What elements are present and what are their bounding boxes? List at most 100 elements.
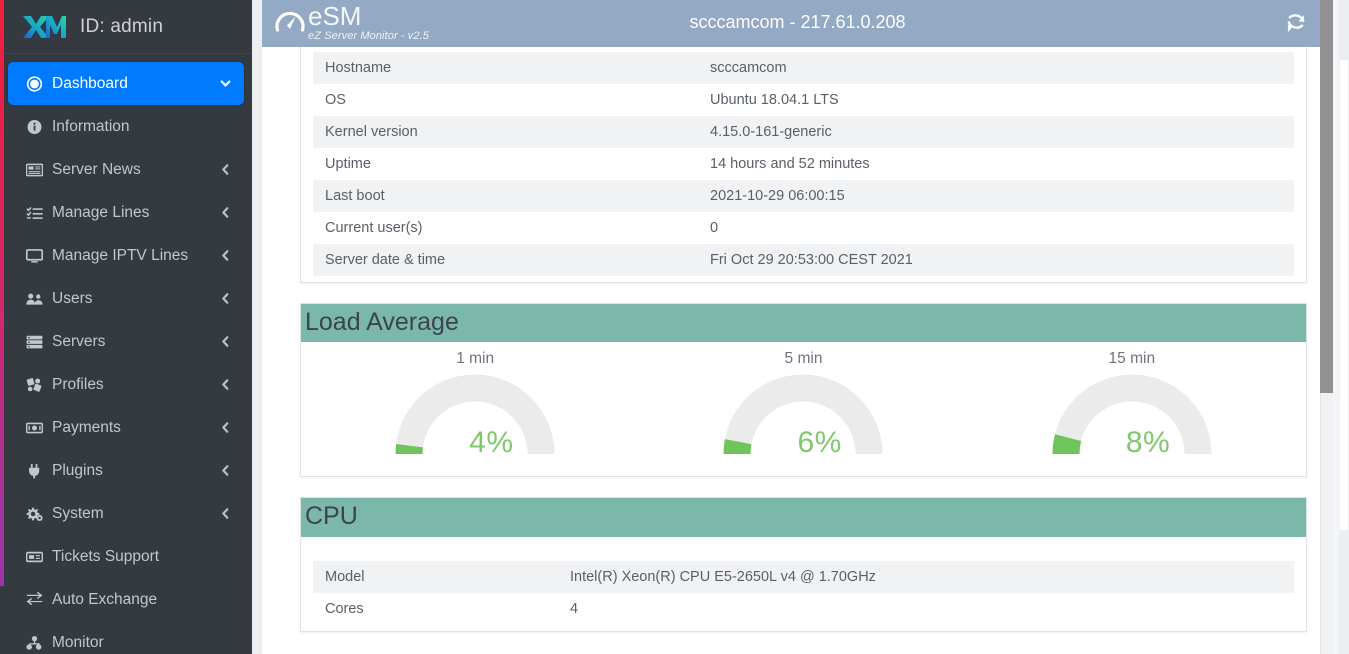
chevron-left-icon[interactable] [219,292,232,305]
sidebar-item-information[interactable]: Information [8,105,244,148]
tasklist-icon [26,205,52,221]
sidebar-item-profiles[interactable]: Profiles [8,363,244,406]
app-brand: eSM eZ Server Monitor - v2.5 [274,0,429,42]
main-content: Hostname scccamcom OS Ubuntu 18.04.1 LTS Ker… [262,47,1333,654]
sidebar-item-server-news[interactable]: Server News [8,148,244,191]
table-row: Model Intel(R) Xeon(R) CPU E5-2650L v4 @ … [313,560,1294,593]
server-info-table: Hostname scccamcom OS Ubuntu 18.04.1 LTS Ker… [313,52,1294,276]
chevron-left-icon[interactable] [219,163,232,176]
table-row: Current user(s) 0 [313,212,1294,244]
left-accent-strip [0,0,4,586]
main-inner: Hostname scccamcom OS Ubuntu 18.04.1 LTS Ker… [262,47,1333,632]
chevron-left-icon[interactable] [219,206,232,219]
row-value: scccamcom [710,60,787,76]
sidebar-item-tickets-support[interactable]: Tickets Support [8,535,244,578]
row-value: Intel(R) Xeon(R) CPU E5-2650L v4 @ 1.70G… [570,568,876,585]
table-row: Server date & time Fri Oct 29 20:53:00 CE… [313,244,1294,276]
chevron-left-icon[interactable] [219,249,232,262]
user-id-label: ID: admin [80,15,164,37]
sidebar-item-monitor[interactable]: Monitor [8,621,244,654]
row-value: 4 [570,600,579,617]
monitor-icon [26,248,52,264]
table-row: Kernel version 4.15.0-161-generic [313,116,1294,148]
users-icon [26,291,52,307]
sidebar-item-label: Tickets Support [52,547,160,565]
puzzle-icon [26,377,52,393]
money-icon [26,420,52,436]
row-key: Cores [325,600,364,617]
table-row: OS Ubuntu 18.04.1 LTS [313,84,1294,116]
gauge-value: 6% [797,426,842,460]
servers-icon [26,334,52,350]
sidebar-item-auto-exchange[interactable]: Auto Exchange [8,578,244,621]
sidebar-item-payments[interactable]: Payments [8,406,244,449]
topbar: eSM eZ Server Monitor - v2.5 scccamcom -… [262,0,1333,47]
sidebar-item-label: Profiles [52,375,104,393]
chevron-left-icon[interactable] [219,421,232,434]
sidebar-item-label: Servers [52,332,106,350]
sidebar-item-servers[interactable]: Servers [8,320,244,363]
sidebar-scrollbar[interactable] [1339,0,1349,654]
chevron-left-icon[interactable] [219,378,232,391]
sidebar-nav: Dashboard Information Server News Manage Li… [0,54,252,654]
gauge-caption: 5 min [784,350,823,368]
sidebar-item-label: Users [52,289,93,307]
sidebar-gutter [252,0,262,654]
sidebar-item-label: Information [52,117,130,135]
cpu-table: Model Intel(R) Xeon(R) CPU E5-2650L v4 @ … [313,560,1294,625]
sidebar-item-label: Plugins [52,461,103,479]
table-row: Last boot 2021-10-29 06:00:15 [313,180,1294,212]
sidebar-item-label: System [52,504,104,522]
server-info-card: Hostname scccamcom OS Ubuntu 18.04.1 LTS Ker… [300,47,1307,283]
app-title: eSM [308,1,362,31]
chevron-left-icon[interactable] [219,464,232,477]
row-key: Uptime [325,156,371,172]
chevron-left-icon[interactable] [219,507,232,520]
load-gauge: 5 min 6% [703,350,903,462]
row-value: Ubuntu 18.04.1 LTS [710,92,839,108]
exchange-icon [26,591,52,608]
row-key: Kernel version [325,124,418,140]
plug-icon [26,463,52,479]
sidebar-item-dashboard[interactable]: Dashboard [8,62,244,105]
table-row: Cores 4 [313,592,1294,625]
row-key: OS [325,92,346,108]
sidebar-item-system[interactable]: System [8,492,244,535]
table-row: Hostname scccamcom [313,52,1294,84]
app-tagline: eZ Server Monitor - v2.5 [308,30,429,42]
sidebar-scrollbar-thumb[interactable] [1340,60,1348,530]
tachometer-icon [274,5,306,35]
main-scrollbar-track[interactable] [1320,393,1333,654]
load-average-title: Load Average [301,304,1306,343]
load-gauge: 15 min 8% [1032,350,1232,462]
row-key: Hostname [325,60,392,76]
main-scrollbar-thumb[interactable] [1320,0,1333,393]
sidebar-item-plugins[interactable]: Plugins [8,449,244,492]
refresh-icon[interactable] [1281,9,1311,39]
sidebar-item-label: Server News [52,160,141,178]
cpu-title: CPU [301,498,1306,537]
chevron-left-icon[interactable] [219,335,232,348]
app-root: ID: admin Dashboard Information Server New… [0,0,1349,654]
row-key: Server date & time [325,252,446,268]
cpu-card: CPU Model Intel(R) Xeon(R) CPU E5-2650L v… [300,497,1307,632]
dashboard-icon [26,75,52,92]
row-value: Fri Oct 29 20:53:00 CEST 2021 [710,252,913,268]
sidebar-item-manage-lines[interactable]: Manage Lines [8,191,244,234]
gauge-arc: 8% [1048,370,1216,462]
gauge-value: 8% [1125,426,1171,460]
sidebar-item-label: Auto Exchange [52,590,158,608]
sidebar-brand[interactable]: ID: admin [0,0,252,54]
info-icon [26,119,52,135]
sidebar-item-manage-iptv-lines[interactable]: Manage IPTV Lines [8,234,244,277]
row-value: 2021-10-29 06:00:15 [710,188,845,204]
load-average-gauges: 1 min 4% 5 min 6% 15 min 8% [301,342,1306,476]
row-value: 4.15.0-161-generic [710,124,832,140]
chevron-down-icon[interactable] [219,77,232,90]
main-scrollbar[interactable] [1320,0,1333,654]
sidebar: ID: admin Dashboard Information Server New… [0,0,252,654]
sidebar-item-users[interactable]: Users [8,277,244,320]
gauge-caption: 15 min [1108,350,1156,368]
row-key: Last boot [325,188,385,204]
news-icon [26,162,52,178]
